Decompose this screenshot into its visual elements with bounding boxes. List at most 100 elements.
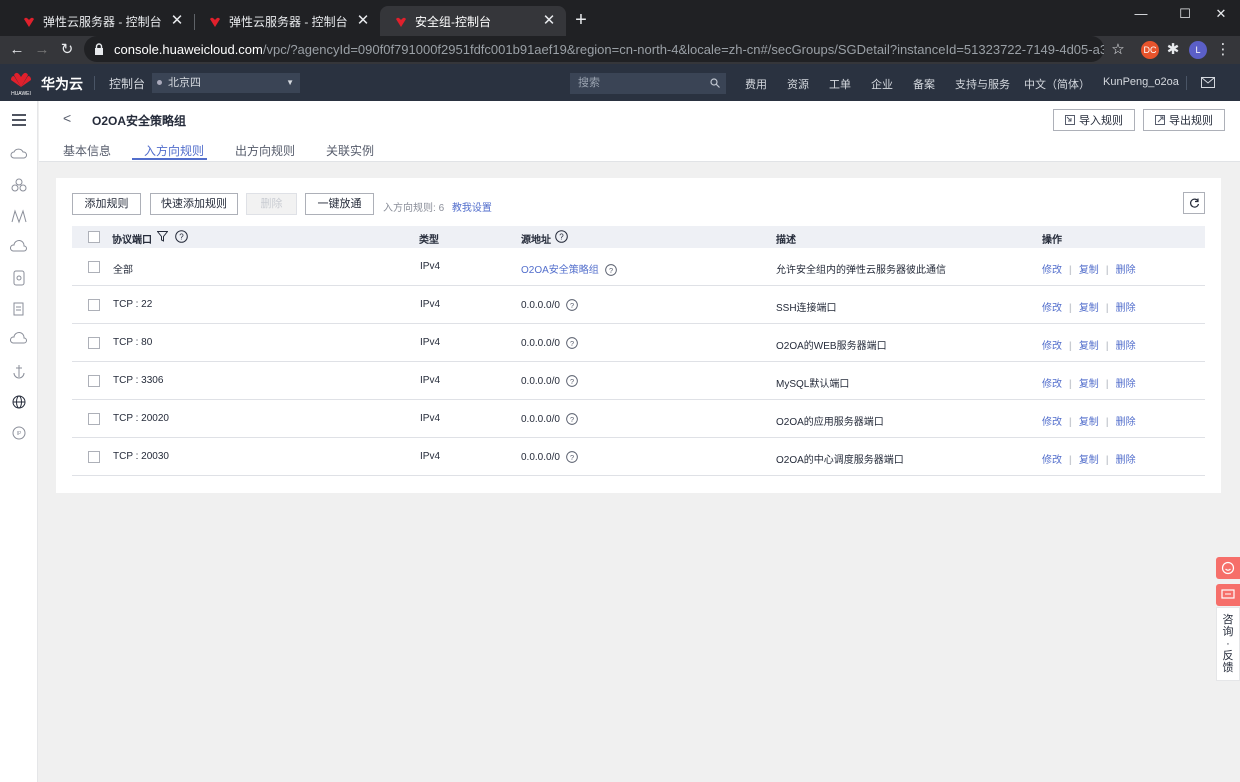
nav-resources[interactable]: 资源 bbox=[787, 76, 809, 92]
quick-add-rule-button[interactable]: 快速添加规则 bbox=[150, 193, 238, 215]
address-bar[interactable]: console.huaweicloud.com/vpc/?agencyId=09… bbox=[84, 36, 1104, 62]
cloud-server-icon[interactable] bbox=[10, 145, 28, 163]
back-arrow-icon[interactable]: ← bbox=[5, 38, 29, 62]
back-chevron-icon[interactable]: < bbox=[63, 110, 71, 126]
browser-tab-1[interactable]: 弹性云服务器 - 控制台 ✕ bbox=[8, 6, 194, 36]
add-rule-button[interactable]: 添加规则 bbox=[72, 193, 141, 215]
nav-language[interactable]: 中文（简体） bbox=[1024, 76, 1090, 92]
copy-link[interactable]: 复制 bbox=[1079, 265, 1099, 276]
cluster-icon[interactable] bbox=[10, 176, 28, 194]
refresh-button[interactable] bbox=[1183, 192, 1205, 214]
tab-inbound-rules[interactable]: 入方向规则 bbox=[144, 142, 204, 159]
menu-icon[interactable] bbox=[10, 111, 28, 129]
delete-link[interactable]: 删除 bbox=[1116, 303, 1136, 314]
copy-link[interactable]: 复制 bbox=[1079, 341, 1099, 352]
consult-feedback-button[interactable]: 咨询·反馈 bbox=[1216, 607, 1240, 681]
nav-billing[interactable]: 费用 bbox=[745, 76, 767, 92]
copy-link[interactable]: 复制 bbox=[1079, 455, 1099, 466]
select-all-checkbox[interactable] bbox=[88, 231, 100, 243]
edit-link[interactable]: 修改 bbox=[1042, 379, 1062, 390]
delete-link[interactable]: 删除 bbox=[1116, 417, 1136, 428]
edit-link[interactable]: 修改 bbox=[1042, 417, 1062, 428]
row-checkbox[interactable] bbox=[88, 337, 100, 349]
console-link[interactable]: 控制台 bbox=[109, 75, 145, 92]
cell-source-link[interactable]: O2OA安全策略组? bbox=[521, 261, 617, 276]
help-circle-icon[interactable]: ? bbox=[604, 264, 617, 276]
import-rules-button[interactable]: 导入规则 bbox=[1053, 109, 1135, 131]
database-icon[interactable] bbox=[10, 269, 28, 287]
delete-button[interactable]: 删除 bbox=[246, 193, 297, 215]
brand-name[interactable]: 华为云 bbox=[41, 74, 83, 94]
page-title: O2OA安全策略组 bbox=[92, 114, 187, 128]
browser-menu-icon[interactable]: ⋮ bbox=[1211, 38, 1235, 62]
help-circle-icon[interactable]: ? bbox=[566, 451, 578, 463]
new-tab-button[interactable]: + bbox=[570, 9, 592, 31]
forward-arrow-icon[interactable]: → bbox=[30, 38, 54, 62]
mail-icon[interactable] bbox=[1201, 77, 1215, 88]
extension-badge-icon[interactable]: DC bbox=[1141, 41, 1159, 59]
nav-icp[interactable]: 备案 bbox=[913, 76, 935, 92]
col-protocol-label: 协议端口 bbox=[112, 235, 152, 246]
smiley-feedback-button[interactable] bbox=[1216, 557, 1240, 579]
delete-link[interactable]: 删除 bbox=[1116, 341, 1136, 352]
edit-link[interactable]: 修改 bbox=[1042, 303, 1062, 314]
browser-tab-3-active[interactable]: 安全组-控制台 ✕ bbox=[380, 6, 566, 36]
minimize-icon[interactable]: — bbox=[1126, 4, 1156, 24]
help-circle-icon[interactable]: ? bbox=[566, 375, 578, 387]
help-link[interactable]: 教我设置 bbox=[452, 203, 492, 214]
tab-outbound-rules[interactable]: 出方向规则 bbox=[235, 142, 295, 159]
cloud-network-icon[interactable] bbox=[10, 331, 28, 349]
ip-icon[interactable]: IP bbox=[10, 424, 28, 442]
chat-button[interactable] bbox=[1216, 584, 1240, 606]
row-checkbox[interactable] bbox=[88, 451, 100, 463]
search-icon[interactable] bbox=[710, 78, 720, 88]
region-selector[interactable]: 北京四 ▼ bbox=[152, 73, 300, 93]
anchor-icon[interactable] bbox=[10, 362, 28, 380]
nav-username[interactable]: KunPeng_o2oa bbox=[1103, 76, 1179, 88]
edit-link[interactable]: 修改 bbox=[1042, 341, 1062, 352]
close-tab-icon[interactable]: ✕ bbox=[540, 12, 558, 30]
cell-type: IPv4 bbox=[420, 337, 441, 348]
row-checkbox[interactable] bbox=[88, 261, 100, 273]
globe-icon[interactable] bbox=[10, 393, 28, 411]
row-checkbox[interactable] bbox=[88, 413, 100, 425]
delete-link[interactable]: 删除 bbox=[1116, 265, 1136, 276]
delete-link[interactable]: 删除 bbox=[1116, 379, 1136, 390]
help-circle-icon[interactable]: ? bbox=[566, 413, 578, 425]
one-click-allow-button[interactable]: 一键放通 bbox=[305, 193, 374, 215]
bridge-icon[interactable] bbox=[10, 207, 28, 225]
nav-tickets[interactable]: 工单 bbox=[829, 76, 851, 92]
row-checkbox[interactable] bbox=[88, 299, 100, 311]
filter-icon[interactable] bbox=[157, 231, 168, 242]
tab-associated-instances[interactable]: 关联实例 bbox=[326, 142, 374, 159]
reload-icon[interactable]: ↻ bbox=[55, 38, 79, 62]
copy-link[interactable]: 复制 bbox=[1079, 303, 1099, 314]
tab-basic-info[interactable]: 基本信息 bbox=[63, 142, 111, 159]
console-search-input[interactable]: 搜索 bbox=[570, 73, 726, 94]
maximize-icon[interactable]: ☐ bbox=[1170, 4, 1200, 24]
help-circle-icon[interactable]: ? bbox=[566, 299, 578, 311]
cloud-storage-icon[interactable] bbox=[10, 238, 28, 256]
edit-link[interactable]: 修改 bbox=[1042, 265, 1062, 276]
close-tab-icon[interactable]: ✕ bbox=[354, 12, 372, 30]
bookmark-star-icon[interactable]: ☆ bbox=[1106, 38, 1130, 62]
help-circle-icon[interactable]: ? bbox=[555, 230, 568, 243]
profile-avatar[interactable]: L bbox=[1189, 41, 1207, 59]
row-checkbox[interactable] bbox=[88, 375, 100, 387]
huawei-logo[interactable]: HUAWEI bbox=[8, 69, 34, 97]
export-rules-button[interactable]: 导出规则 bbox=[1143, 109, 1225, 131]
window-close-icon[interactable]: ✕ bbox=[1206, 4, 1236, 24]
browser-tab-2[interactable]: 弹性云服务器 - 控制台 ✕ bbox=[194, 6, 380, 36]
delete-link[interactable]: 删除 bbox=[1116, 455, 1136, 466]
nav-support[interactable]: 支持与服务 bbox=[955, 76, 1010, 92]
close-tab-icon[interactable]: ✕ bbox=[168, 12, 186, 30]
copy-link[interactable]: 复制 bbox=[1079, 379, 1099, 390]
nav-enterprise[interactable]: 企业 bbox=[871, 76, 893, 92]
help-circle-icon[interactable]: ? bbox=[566, 337, 578, 349]
help-circle-icon[interactable]: ? bbox=[175, 230, 188, 243]
extensions-puzzle-icon[interactable]: ✱ bbox=[1161, 38, 1185, 62]
svg-text:?: ? bbox=[570, 339, 574, 348]
copy-link[interactable]: 复制 bbox=[1079, 417, 1099, 428]
edit-link[interactable]: 修改 bbox=[1042, 455, 1062, 466]
document-icon[interactable] bbox=[10, 300, 28, 318]
